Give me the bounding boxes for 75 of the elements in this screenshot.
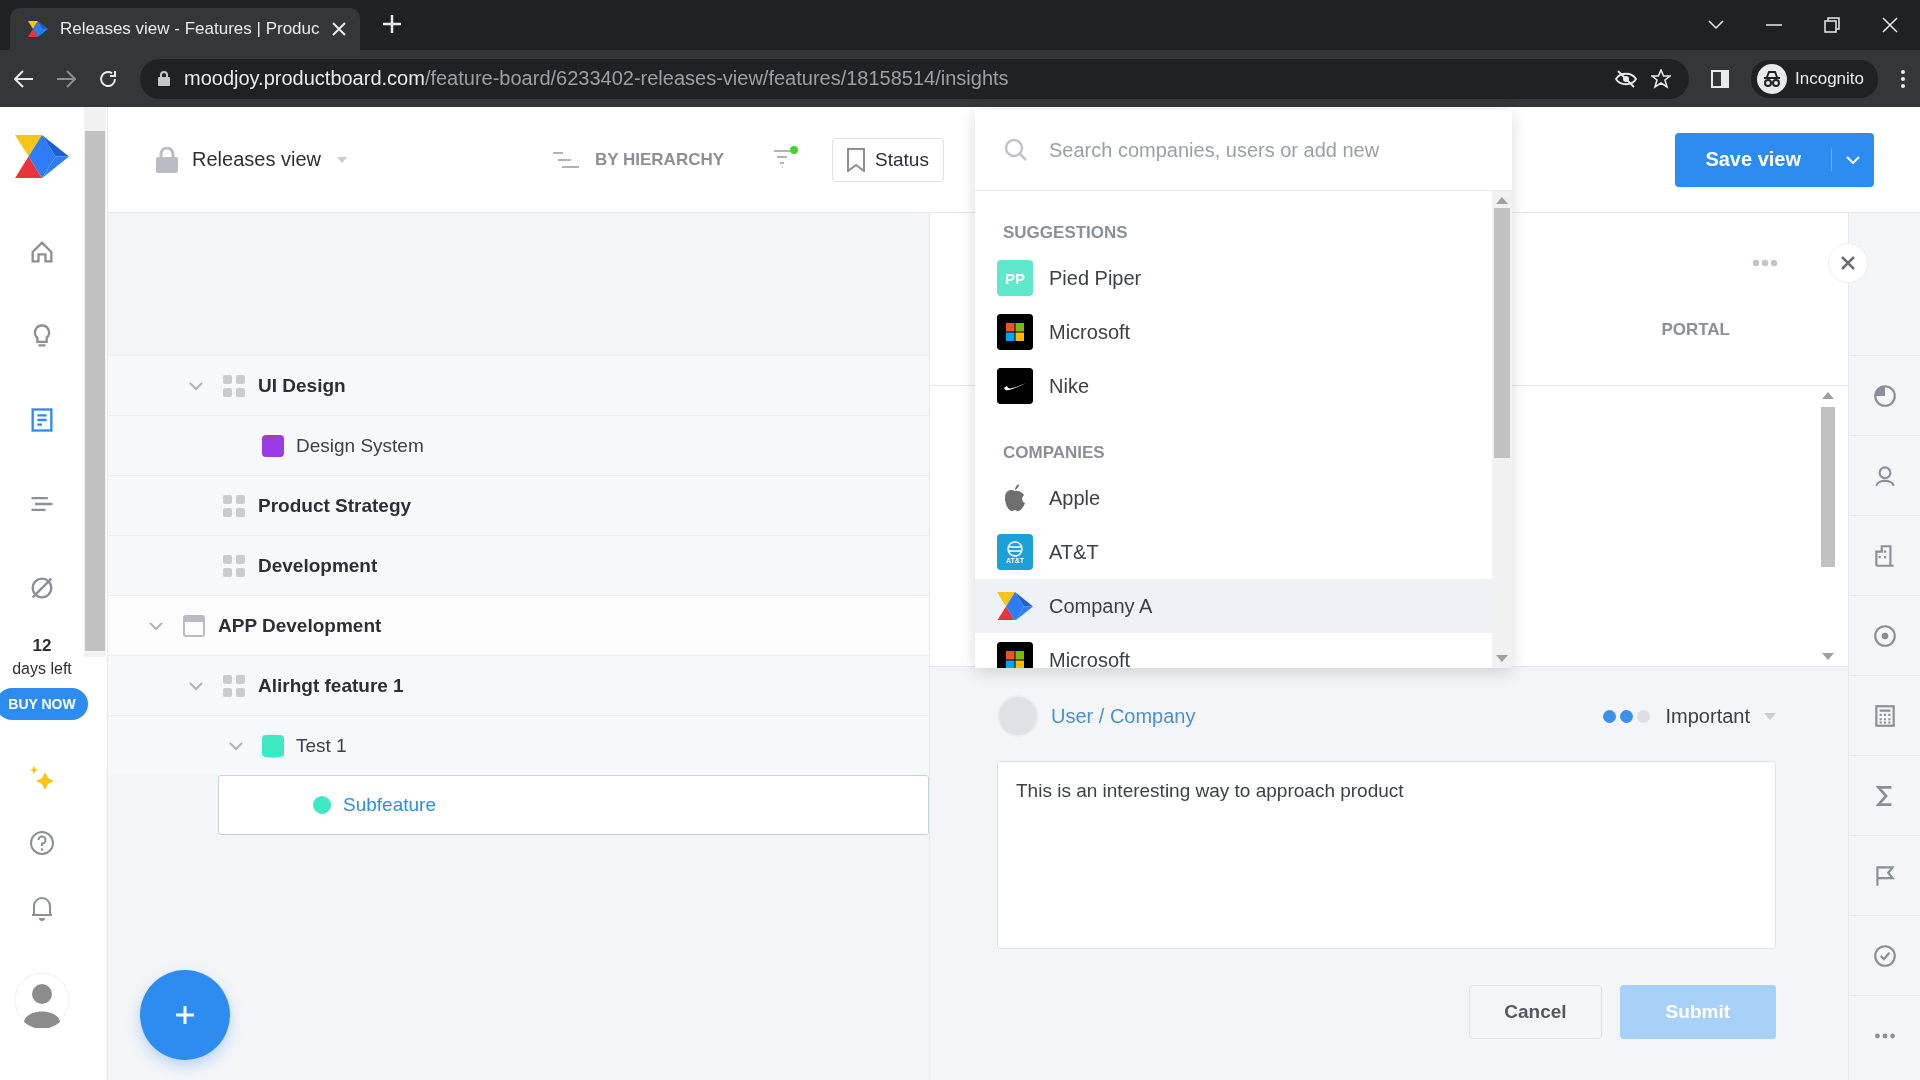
importance-dot: [1619, 709, 1633, 723]
windows-logo-icon: [997, 314, 1033, 350]
close-icon[interactable]: [1882, 17, 1898, 33]
address-bar[interactable]: moodjoy.productboard.com/feature-board/6233402-releases-view/features/18158514/insights: [140, 58, 1689, 99]
tree-item-label: Design System: [296, 434, 424, 457]
tab-list-icon[interactable]: [1708, 20, 1724, 30]
company-option[interactable]: PP Pied Piper: [975, 251, 1492, 305]
initials-logo: PP: [997, 260, 1033, 296]
tree-row[interactable]: APP Development: [108, 595, 929, 655]
close-icon: [1840, 255, 1856, 271]
grid-icon: [222, 673, 246, 698]
logo-icon: [15, 135, 69, 179]
pie-chart-icon[interactable]: [1871, 382, 1898, 409]
more-icon[interactable]: [1752, 259, 1778, 267]
logo-icon: [28, 21, 48, 37]
restore-icon[interactable]: [1824, 17, 1840, 33]
trial-days-count: 12: [32, 636, 52, 657]
company-option[interactable]: Microsoft: [975, 633, 1492, 668]
avatar-icon[interactable]: [14, 972, 70, 1029]
help-icon[interactable]: [29, 830, 55, 857]
company-option[interactable]: Nike: [975, 359, 1492, 413]
swoosh-logo-icon: [997, 368, 1033, 404]
tree-item-label: Test 1: [296, 734, 347, 757]
tree-item-label: Subfeature: [343, 794, 436, 816]
lock-icon: [156, 146, 178, 173]
window-icon: [182, 613, 206, 638]
url-text: moodjoy.productboard.com/feature-board/6233402-releases-view/features/18158514/insights: [184, 67, 1010, 90]
importance-dot: [1602, 709, 1616, 723]
tree-item-label: Alirhgt feature 1: [258, 674, 404, 697]
tree-item-label: Product Strategy: [258, 494, 412, 517]
windows-logo-icon: [997, 642, 1033, 668]
importance-dropdown[interactable]: Important: [1665, 704, 1776, 728]
tree-item-label: APP Development: [218, 614, 382, 637]
incognito-icon: [1757, 63, 1787, 94]
reload-icon[interactable]: [98, 68, 118, 89]
caret-icon: [1764, 712, 1776, 720]
scrollbar[interactable]: [84, 107, 106, 657]
cancel-button[interactable]: Cancel: [1469, 985, 1602, 1039]
insight-text-field[interactable]: This is an interesting way to approach product: [997, 761, 1776, 949]
grid-icon: [222, 493, 246, 518]
company-option[interactable]: Apple: [975, 471, 1492, 525]
menu-icon[interactable]: [1900, 68, 1906, 89]
star-icon[interactable]: [1651, 68, 1671, 89]
check-circle-icon[interactable]: [1871, 942, 1898, 969]
view-title[interactable]: Releases view: [192, 148, 321, 171]
incognito-profile-button[interactable]: Incognito: [1751, 59, 1878, 98]
bookmark-icon: [847, 147, 866, 172]
forward-icon[interactable]: [56, 69, 76, 88]
sort-icon: [552, 150, 579, 169]
section-heading: COMPANIES: [1002, 442, 1106, 464]
company-option[interactable]: Company A: [975, 579, 1492, 633]
tab-title: Releases view - Features | Produc: [60, 19, 320, 39]
trial-days-label: days left: [12, 660, 72, 679]
scrollbar[interactable]: [1492, 191, 1512, 668]
browser-tab[interactable]: Releases view - Features | Produc: [10, 8, 360, 50]
caret-icon[interactable]: [1846, 155, 1860, 164]
back-icon[interactable]: [14, 69, 34, 88]
section-heading: SUGGESTIONS: [1002, 222, 1129, 244]
tree-item-label: UI Design: [258, 374, 346, 397]
grid-icon: [222, 373, 246, 398]
search-field[interactable]: Search companies, users or add new: [1047, 137, 1512, 163]
eye-slash-icon[interactable]: [1615, 69, 1637, 88]
search-icon: [1003, 137, 1029, 163]
logo-icon: [997, 591, 1033, 621]
status-button[interactable]: Status: [832, 137, 944, 182]
tree-item-label: Development: [258, 554, 378, 577]
plus-icon: [174, 1004, 196, 1026]
side-panel-icon[interactable]: [1711, 69, 1729, 88]
lock-icon: [158, 71, 170, 86]
target-icon[interactable]: [1871, 622, 1898, 649]
importance-dot: [1636, 709, 1650, 723]
close-button[interactable]: [1828, 243, 1868, 283]
bell-icon[interactable]: [29, 894, 55, 923]
company-option[interactable]: Microsoft: [975, 305, 1492, 359]
grid-icon: [222, 553, 246, 578]
